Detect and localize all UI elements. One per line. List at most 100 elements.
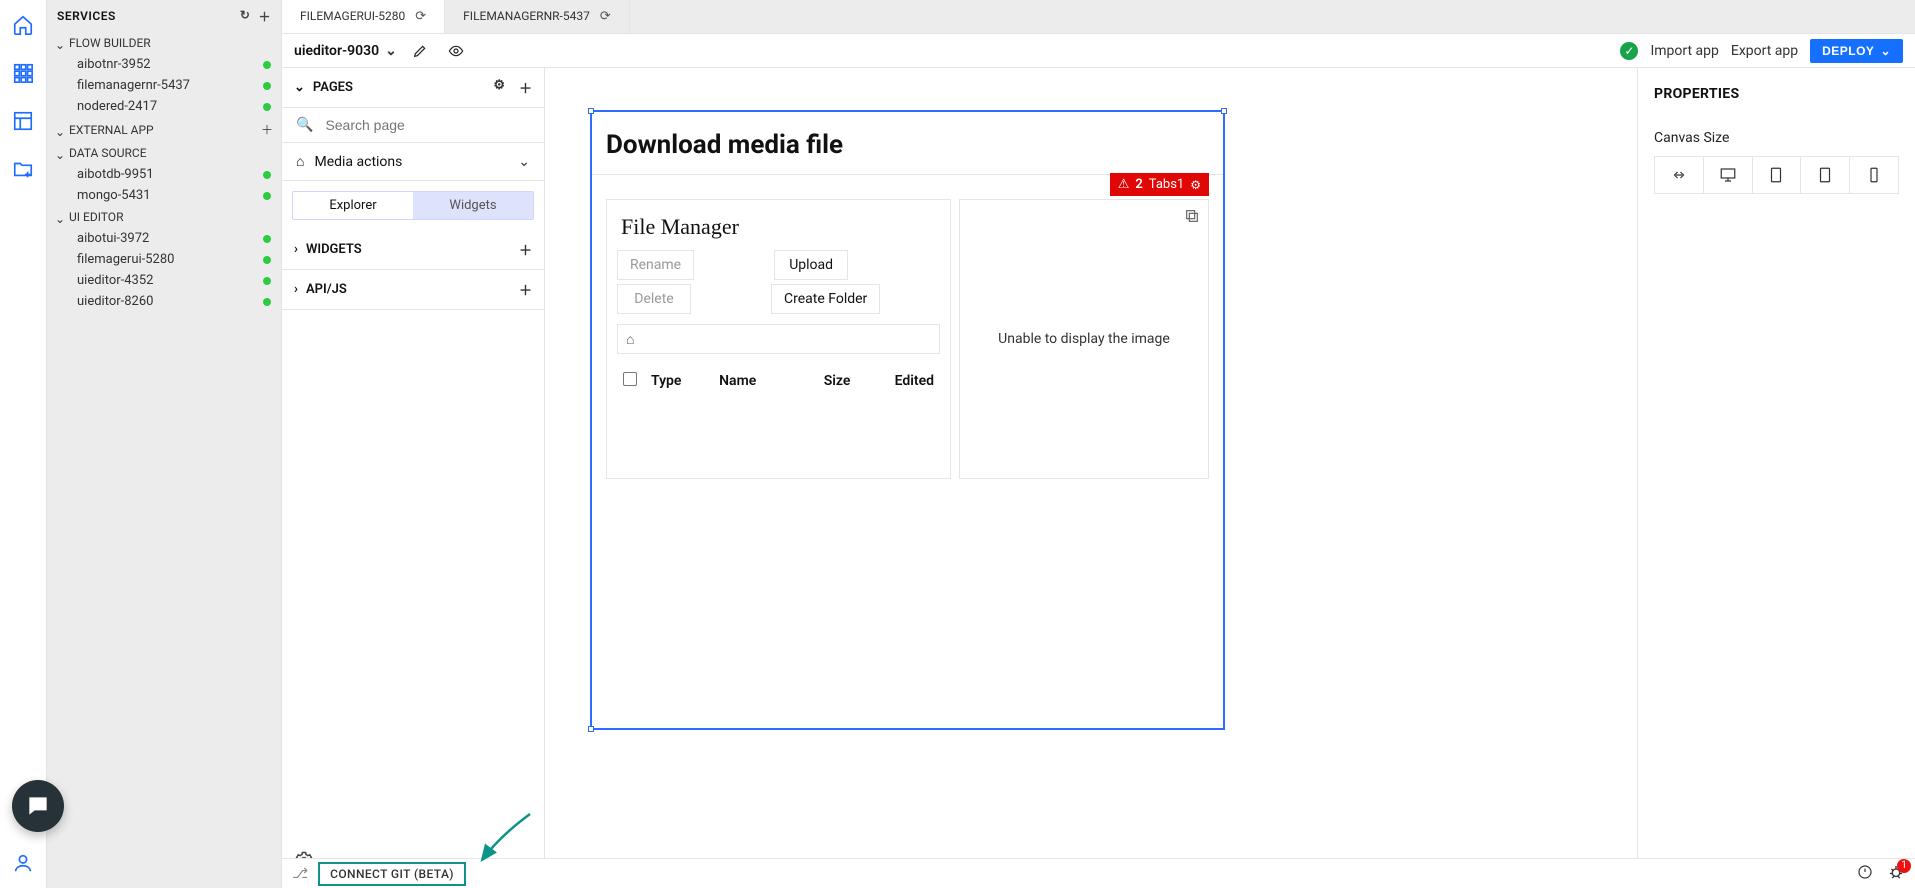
col-edited[interactable]: Edited xyxy=(856,366,938,396)
service-item[interactable]: aibotui-3972 xyxy=(47,228,281,249)
project-name[interactable]: uieditor-9030 xyxy=(294,43,379,59)
pages-header[interactable]: ⌄ PAGES ⚙ ＋ xyxy=(282,68,544,108)
service-group-external_app[interactable]: ⌄EXTERNAL APP＋ xyxy=(47,117,281,142)
add-widget-icon[interactable]: ＋ xyxy=(519,240,532,259)
status-dot xyxy=(263,256,271,264)
pages-panel: ⌄ PAGES ⚙ ＋ 🔍 ⌂ Media actions ⌄ xyxy=(282,68,545,888)
service-item[interactable]: uieditor-8260 xyxy=(47,291,281,312)
select-all-checkbox[interactable] xyxy=(623,372,637,386)
power-icon[interactable] xyxy=(1857,864,1873,884)
apijs-section[interactable]: › API/JS ＋ xyxy=(282,270,544,310)
services-panel: SERVICES ↻ ＋ ⌄FLOW BUILDER aibotnr-3952 fi… xyxy=(47,0,282,888)
selection-handle[interactable] xyxy=(1221,108,1227,114)
selection-handle[interactable] xyxy=(588,108,594,114)
status-ok-icon: ✓ xyxy=(1620,42,1638,60)
add-page-icon[interactable]: ＋ xyxy=(519,78,532,97)
file-manager-card: File Manager Rename Upload Delete Create… xyxy=(606,199,951,479)
home-icon[interactable]: ⌂ xyxy=(626,331,634,348)
add-icon[interactable]: ＋ xyxy=(258,8,271,25)
home-icon[interactable] xyxy=(12,14,34,36)
service-item[interactable]: filemanagernr-5437 xyxy=(47,75,281,96)
service-item[interactable]: aibotnr-3952 xyxy=(47,54,281,75)
current-page-row[interactable]: ⌂ Media actions ⌄ xyxy=(282,143,544,181)
refresh-icon[interactable]: ↻ xyxy=(240,8,251,25)
col-type[interactable]: Type xyxy=(647,366,713,396)
service-item[interactable]: nodered-2417 xyxy=(47,96,281,117)
search-input[interactable] xyxy=(323,116,530,134)
device-auto[interactable] xyxy=(1655,157,1704,193)
settings-icon[interactable]: ⚙ xyxy=(493,78,505,97)
selection-handle[interactable] xyxy=(588,726,594,732)
group-label: DATA SOURCE xyxy=(69,146,147,160)
service-item[interactable]: uieditor-4352 xyxy=(47,270,281,291)
service-group-flow_builder[interactable]: ⌄FLOW BUILDER xyxy=(47,32,281,54)
service-item[interactable]: filemagerui-5280 xyxy=(47,249,281,270)
upload-button[interactable]: Upload xyxy=(774,250,848,280)
badge-settings-icon[interactable]: ⚙ xyxy=(1190,178,1201,192)
window-tab[interactable]: FILEMAGERUI-5280⟳ xyxy=(282,0,445,33)
path-bar[interactable]: ⌂ xyxy=(617,324,940,354)
apps-icon[interactable] xyxy=(12,62,34,84)
status-dot xyxy=(263,298,271,306)
delete-button[interactable]: Delete xyxy=(617,284,691,314)
canvas-area[interactable]: Download media file ⚠ 2 Tabs1 ⚙ File Man… xyxy=(545,68,1637,888)
service-group-data_source[interactable]: ⌄DATA SOURCE xyxy=(47,142,281,164)
service-label: aibotui-3972 xyxy=(77,231,149,246)
tab-widgets[interactable]: Widgets xyxy=(413,192,533,219)
tabs-widget-badge[interactable]: ⚠ 2 Tabs1 ⚙ xyxy=(1110,173,1209,196)
import-app-link[interactable]: Import app xyxy=(1650,43,1718,59)
status-dot xyxy=(263,192,271,200)
device-desktop[interactable] xyxy=(1704,157,1753,193)
add-api-icon[interactable]: ＋ xyxy=(519,280,532,299)
service-item[interactable]: mongo-5431 xyxy=(47,185,281,206)
device-tablet-portrait[interactable] xyxy=(1801,157,1850,193)
editor-area: FILEMAGERUI-5280⟳FILEMANAGERNR-5437⟳ uie… xyxy=(282,0,1915,888)
add-icon[interactable]: ＋ xyxy=(261,121,273,138)
connect-git-button[interactable]: CONNECT GIT (BETA) xyxy=(318,862,466,886)
col-name[interactable]: Name xyxy=(715,366,793,396)
canvas-artboard[interactable]: Download media file ⚠ 2 Tabs1 ⚙ File Man… xyxy=(590,110,1225,730)
debug-icon[interactable]: 1 xyxy=(1887,863,1905,885)
export-app-link[interactable]: Export app xyxy=(1731,43,1798,59)
widgets-title: WIDGETS xyxy=(306,242,362,257)
status-dot xyxy=(263,235,271,243)
rename-button[interactable]: Rename xyxy=(617,250,694,280)
col-size[interactable]: Size xyxy=(795,366,855,396)
edit-icon[interactable] xyxy=(407,38,433,64)
folder-add-icon[interactable] xyxy=(12,158,34,180)
layout-icon[interactable] xyxy=(12,110,34,132)
deploy-label: DEPLOY xyxy=(1822,44,1874,58)
chevron-down-icon[interactable]: ⌄ xyxy=(518,154,530,170)
services-header: SERVICES ↻ ＋ xyxy=(47,0,281,32)
service-group-ui_editor[interactable]: ⌄UI EDITOR xyxy=(47,206,281,228)
create-folder-button[interactable]: Create Folder xyxy=(771,284,880,314)
service-label: aibotnr-3952 xyxy=(77,57,151,72)
explorer-widgets-toggle: Explorer Widgets xyxy=(292,191,534,220)
deploy-button[interactable]: DEPLOY ⌄ xyxy=(1810,39,1903,63)
bottom-bar: ⎇ CONNECT GIT (BETA) 1 xyxy=(282,858,1915,888)
user-icon[interactable] xyxy=(12,852,34,874)
search-icon: 🔍 xyxy=(296,117,313,133)
tab-explorer[interactable]: Explorer xyxy=(293,192,413,219)
badge-count: 2 xyxy=(1135,177,1142,192)
chevron-right-icon: › xyxy=(294,242,298,257)
copy-icon[interactable] xyxy=(1184,208,1200,228)
widgets-section[interactable]: › WIDGETS ＋ xyxy=(282,230,544,270)
pages-title: PAGES xyxy=(313,80,353,95)
window-tab[interactable]: FILEMANAGERNR-5437⟳ xyxy=(445,0,630,33)
device-mobile[interactable] xyxy=(1850,157,1898,193)
reload-icon[interactable]: ⟳ xyxy=(415,9,426,24)
properties-title: PROPERTIES xyxy=(1654,86,1899,102)
reload-icon[interactable]: ⟳ xyxy=(600,9,611,24)
service-item[interactable]: aibotdb-9951 xyxy=(47,164,281,185)
chevron-right-icon: › xyxy=(294,282,298,297)
device-tablet-landscape[interactable] xyxy=(1753,157,1802,193)
canvas-size-label: Canvas Size xyxy=(1654,130,1899,146)
preview-icon[interactable] xyxy=(443,38,469,64)
services-title: SERVICES xyxy=(57,9,116,23)
group-label: UI EDITOR xyxy=(69,210,123,224)
project-caret-icon[interactable]: ⌄ xyxy=(385,43,397,59)
git-branch-icon[interactable]: ⎇ xyxy=(292,866,308,882)
page-search[interactable]: 🔍 xyxy=(282,108,544,143)
chat-bubble[interactable] xyxy=(12,780,64,832)
